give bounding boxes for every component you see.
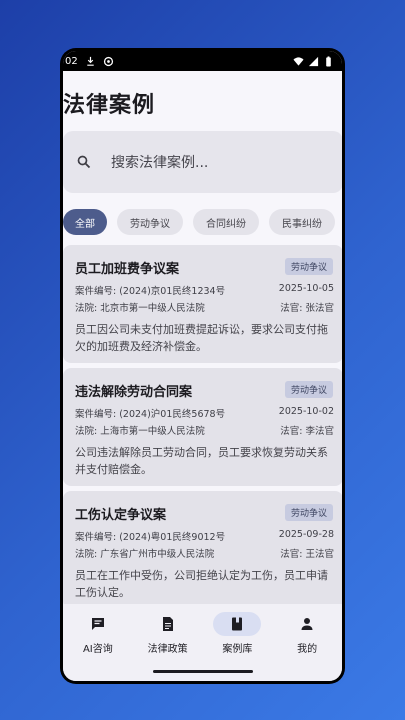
app-screen: 02 法律案例 搜索法律案例... 全部 劳动争议 合同纠纷 民事纠纷 员工加班… (63, 51, 342, 681)
case-description: 员工因公司未支付加班费提起诉讼，要求公司支付拖欠的加班费及经济补偿金。 (75, 323, 328, 353)
case-list: 员工加班费争议案 劳动争议 案件编号: (2024)京01民终1234号 202… (63, 245, 342, 609)
nav-label: 案例库 (222, 644, 253, 655)
case-date: 2025-10-02 (278, 406, 334, 417)
case-judge: 法官: 张法官 (280, 303, 334, 314)
case-number: 案件编号: (2024)沪01民终5678号 (75, 409, 226, 420)
filter-chips: 全部 劳动争议 合同纠纷 民事纠纷 (63, 209, 342, 235)
nav-item-profile[interactable]: 我的 (277, 612, 337, 681)
case-card[interactable]: 违法解除劳动合同案 劳动争议 案件编号: (2024)沪01民终5678号 20… (63, 368, 342, 486)
nav-label: 法律政策 (147, 644, 188, 655)
status-time: 02 (65, 55, 78, 67)
case-card[interactable]: 员工加班费争议案 劳动争议 案件编号: (2024)京01民终1234号 202… (63, 245, 342, 363)
nav-label: AI咨询 (82, 644, 113, 655)
search-icon (77, 155, 91, 169)
nav-label: 我的 (297, 644, 318, 655)
case-description: 公司违法解除员工劳动合同，员工要求恢复劳动关系并支付赔偿金。 (75, 446, 328, 476)
case-judge: 法官: 李法官 (280, 426, 334, 437)
case-court: 法院: 北京市第一中级人民法院 (75, 303, 205, 314)
sync-icon (103, 56, 113, 66)
filter-chip-contract[interactable]: 合同纠纷 (193, 209, 259, 235)
case-number: 案件编号: (2024)京01民终1234号 (75, 286, 226, 297)
home-indicator[interactable] (152, 670, 253, 673)
case-description: 员工在工作中受伤，公司拒绝认定为工伤，员工申请工伤认定。 (75, 569, 328, 599)
search-input[interactable]: 搜索法律案例... (111, 152, 208, 172)
battery-icon (326, 55, 331, 67)
filter-chip-labor[interactable]: 劳动争议 (117, 209, 183, 235)
nav-item-ai-consult[interactable]: AI咨询 (68, 612, 128, 681)
signal-icon (308, 56, 319, 66)
chat-icon (91, 618, 104, 630)
download-icon (87, 56, 94, 66)
case-tag: 劳动争议 (284, 258, 333, 275)
case-date: 2025-10-05 (278, 283, 334, 294)
search-bar[interactable]: 搜索法律案例... (63, 131, 342, 193)
bottom-navigation: AI咨询 法律政策 案例库 我的 (63, 604, 342, 681)
case-tag: 劳动争议 (284, 381, 333, 398)
wifi-icon (293, 56, 304, 66)
page-title: 法律案例 (63, 93, 156, 118)
case-number: 案件编号: (2024)粤01民终9012号 (75, 532, 226, 543)
case-judge: 法官: 王法官 (280, 549, 334, 560)
phone-frame: 02 法律案例 搜索法律案例... 全部 劳动争议 合同纠纷 民事纠纷 员工加班… (60, 48, 345, 684)
filter-chip-civil[interactable]: 民事纠纷 (269, 209, 335, 235)
person-icon (301, 618, 313, 630)
case-card[interactable]: 工伤认定争议案 劳动争议 案件编号: (2024)粤01民终9012号 2025… (63, 491, 342, 609)
case-court: 法院: 广东省广州市中级人民法院 (75, 549, 215, 560)
status-bar: 02 (63, 51, 342, 71)
case-date: 2025-09-28 (278, 529, 334, 540)
filter-chip-all[interactable]: 全部 (63, 209, 107, 235)
document-icon (162, 617, 173, 631)
case-tag: 劳动争议 (284, 504, 333, 521)
case-court: 法院: 上海市第一中级人民法院 (75, 426, 205, 437)
book-icon (232, 617, 243, 631)
